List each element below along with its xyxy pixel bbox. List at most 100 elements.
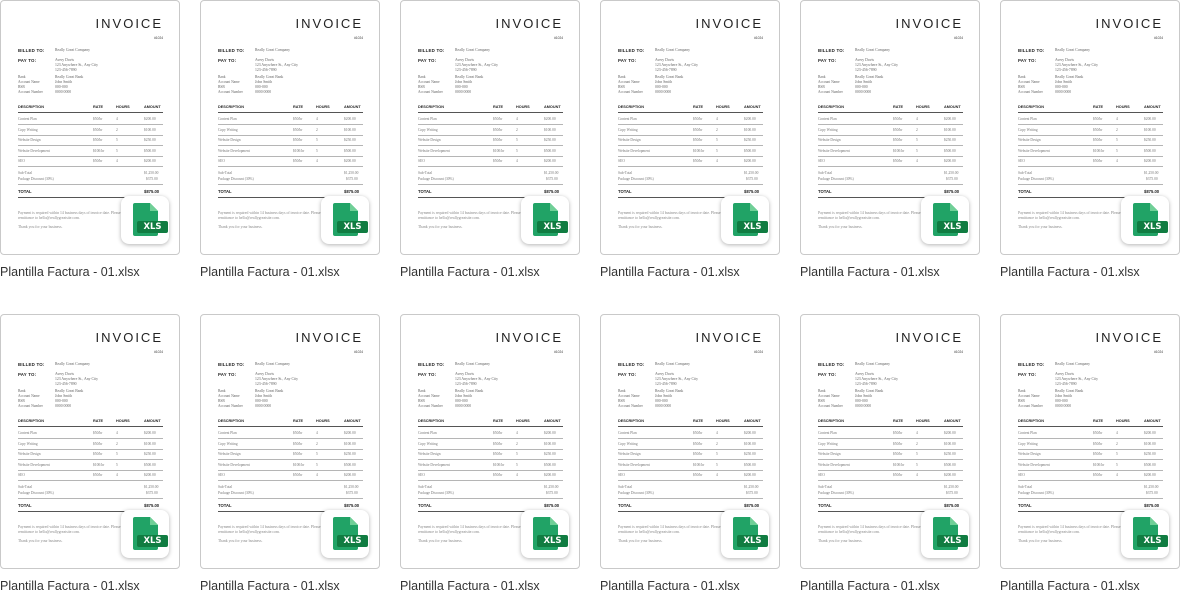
row-divider [1018, 469, 1163, 471]
file-name[interactable]: Plantilla Factura - 01.xlsx [1000, 579, 1180, 593]
bank-value: 000-000 [55, 85, 68, 89]
file-tile[interactable]: INVOICE #1024 BILLED TO: Really Great Compa… [0, 314, 180, 594]
discount-label: Package Discount (30%) [18, 491, 54, 495]
file-tile[interactable]: INVOICE #1024 BILLED TO: Really Great Compa… [200, 314, 380, 594]
file-tile[interactable]: INVOICE #1024 BILLED TO: Really Great Compa… [800, 0, 980, 280]
table-cell: 2 [1116, 127, 1118, 132]
pay-to-label: PAY TO: [18, 58, 37, 63]
table-cell: $100/hr [893, 148, 905, 153]
file-thumbnail[interactable]: INVOICE #1024 BILLED TO: Really Great Compa… [800, 314, 980, 569]
payment-note: remittance to hello@reallygreatsite.com. [218, 216, 280, 220]
file-thumbnail[interactable]: INVOICE #1024 BILLED TO: Really Great Compa… [0, 0, 180, 255]
pay-to-line: 123 Anywhere St., Any City [1055, 63, 1099, 67]
discount-label: Package Discount (30%) [618, 177, 654, 181]
table-cell: 4 [516, 431, 518, 435]
table-cell: Copy Writing [618, 441, 638, 446]
row-divider [618, 459, 763, 460]
column-header: AMOUNT [1144, 419, 1161, 423]
file-tile[interactable]: INVOICE #1024 BILLED TO: Really Great Compa… [800, 314, 980, 594]
invoice-title: INVOICE [695, 330, 763, 345]
file-name[interactable]: Plantilla Factura - 01.xlsx [0, 579, 180, 593]
file-thumbnail[interactable]: INVOICE #1024 BILLED TO: Really Great Compa… [800, 0, 980, 255]
bank-label: BSB [418, 85, 425, 89]
file-tile[interactable]: INVOICE #1024 BILLED TO: Really Great Compa… [200, 0, 380, 280]
header-divider [418, 426, 563, 427]
row-divider [618, 124, 763, 125]
table-cell: 4 [716, 117, 718, 121]
table-cell: 5 [716, 462, 718, 467]
file-tile[interactable]: INVOICE #1024 BILLED TO: Really Great Compa… [400, 0, 580, 280]
file-thumbnail[interactable]: INVOICE #1024 BILLED TO: Really Great Compa… [200, 314, 380, 569]
file-name[interactable]: Plantilla Factura - 01.xlsx [0, 265, 180, 279]
bank-label: Account Number [18, 404, 43, 408]
bank-label: BSB [618, 85, 625, 89]
sub-total-value: $1,250.00 [744, 485, 759, 489]
column-header: HOURS [716, 105, 730, 109]
file-thumbnail[interactable]: INVOICE #1024 BILLED TO: Really Great Compa… [400, 0, 580, 255]
bank-label: Bank [818, 389, 826, 393]
pay-to-line: Avery Davis [1055, 58, 1075, 62]
file-name[interactable]: Plantilla Factura - 01.xlsx [600, 265, 780, 279]
discount-label: Package Discount (30%) [818, 491, 854, 495]
file-name[interactable]: Plantilla Factura - 01.xlsx [800, 579, 980, 593]
header-divider [1018, 426, 1163, 427]
bank-label: BSB [618, 399, 625, 403]
table-cell: $200.00 [944, 159, 956, 163]
table-cell: 5 [516, 148, 518, 153]
table-cell: Website Design [818, 452, 841, 456]
discount-value: $375.00 [346, 491, 358, 495]
billed-to-value: Really Great Company [1055, 48, 1091, 52]
file-name[interactable]: Plantilla Factura - 01.xlsx [1000, 265, 1180, 279]
bank-label: Account Number [1018, 90, 1043, 94]
table-cell: $200.00 [144, 117, 156, 121]
pay-to-line: 123-456-7890 [855, 68, 877, 72]
table-cell: SEO [618, 473, 625, 477]
file-tile[interactable]: INVOICE #1024 BILLED TO: Really Great Compa… [600, 0, 780, 280]
file-name[interactable]: Plantilla Factura - 01.xlsx [600, 579, 780, 593]
xls-badge: XLS [1137, 221, 1168, 233]
table-cell: $200.00 [344, 431, 356, 435]
row-divider [818, 166, 963, 167]
file-tile[interactable]: INVOICE #1024 BILLED TO: Really Great Compa… [1000, 314, 1180, 594]
total-label: TOTAL [618, 189, 632, 194]
payment-note: remittance to hello@reallygreatsite.com. [618, 530, 680, 534]
total-value: $875.00 [944, 503, 960, 508]
table-cell: Website Design [1018, 138, 1041, 142]
file-thumbnail[interactable]: INVOICE #1024 BILLED TO: Really Great Compa… [1000, 0, 1180, 255]
table-cell: 2 [716, 441, 718, 446]
table-cell: $50/hr [1093, 441, 1103, 446]
file-name[interactable]: Plantilla Factura - 01.xlsx [200, 265, 380, 279]
file-thumbnail[interactable]: INVOICE #1024 BILLED TO: Really Great Compa… [200, 0, 380, 255]
row-divider [18, 469, 163, 471]
table-cell: $100/hr [893, 462, 905, 467]
pay-to-line: 123 Anywhere St., Any City [655, 63, 699, 67]
table-cell: 5 [516, 452, 518, 456]
row-divider [618, 134, 763, 136]
row-divider [218, 166, 363, 167]
file-thumbnail[interactable]: INVOICE #1024 BILLED TO: Really Great Compa… [600, 314, 780, 569]
payment-note: Payment is required within 14 business d… [618, 525, 729, 529]
table-cell: Content Plan [818, 117, 837, 121]
file-thumbnail[interactable]: INVOICE #1024 BILLED TO: Really Great Compa… [0, 314, 180, 569]
bank-label: Account Number [618, 404, 643, 408]
file-thumbnail[interactable]: INVOICE #1024 BILLED TO: Really Great Compa… [600, 0, 780, 255]
file-tile[interactable]: INVOICE #1024 BILLED TO: Really Great Compa… [0, 0, 180, 280]
column-header: DESCRIPTION [818, 105, 844, 109]
table-cell: Copy Writing [18, 127, 38, 132]
file-tile[interactable]: INVOICE #1024 BILLED TO: Really Great Compa… [1000, 0, 1180, 280]
file-name[interactable]: Plantilla Factura - 01.xlsx [400, 579, 580, 593]
billed-to-label: BILLED TO: [18, 362, 45, 367]
column-header: DESCRIPTION [418, 105, 444, 109]
invoice-title: INVOICE [895, 330, 963, 345]
column-header: AMOUNT [144, 419, 161, 423]
table-cell: $100/hr [1093, 462, 1105, 467]
discount-value: $375.00 [346, 177, 358, 181]
file-name[interactable]: Plantilla Factura - 01.xlsx [800, 265, 980, 279]
file-tile[interactable]: INVOICE #1024 BILLED TO: Really Great Compa… [400, 314, 580, 594]
row-divider [1018, 480, 1163, 481]
file-tile[interactable]: INVOICE #1024 BILLED TO: Really Great Compa… [600, 314, 780, 594]
file-thumbnail[interactable]: INVOICE #1024 BILLED TO: Really Great Compa… [400, 314, 580, 569]
file-thumbnail[interactable]: INVOICE #1024 BILLED TO: Really Great Compa… [1000, 314, 1180, 569]
file-name[interactable]: Plantilla Factura - 01.xlsx [200, 579, 380, 593]
file-name[interactable]: Plantilla Factura - 01.xlsx [400, 265, 580, 279]
